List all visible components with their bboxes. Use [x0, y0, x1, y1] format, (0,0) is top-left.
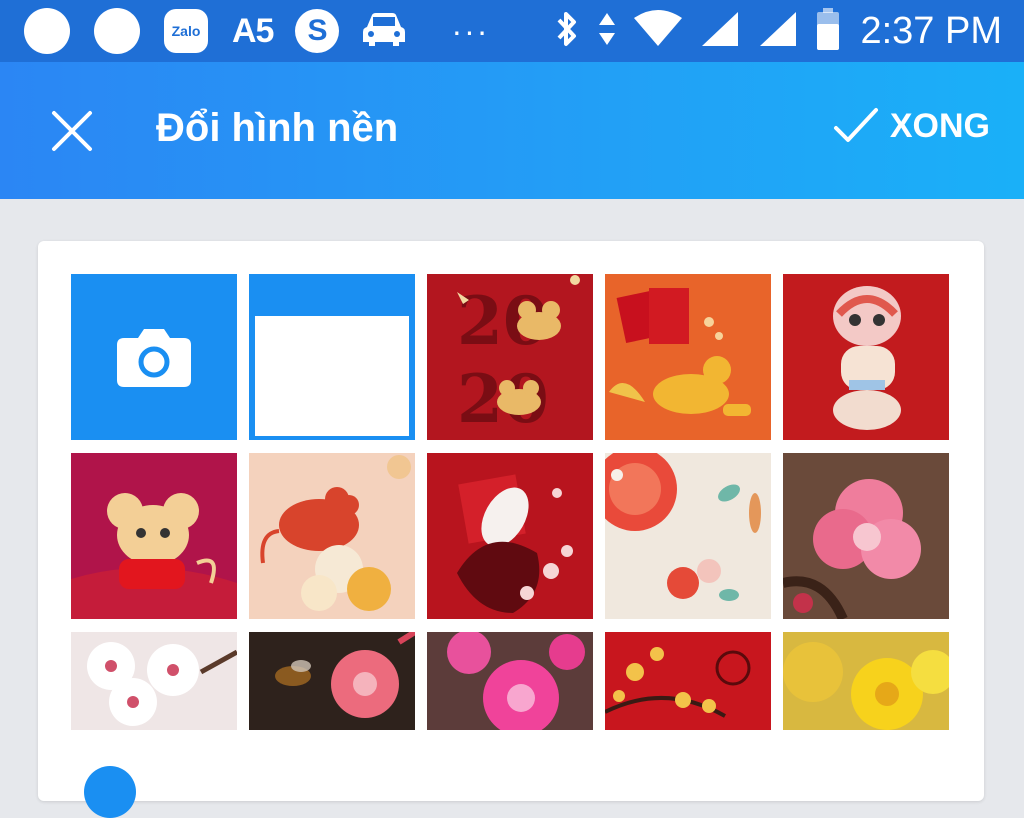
app-bar: Đổi hình nền XONG: [0, 62, 1024, 199]
camera-icon: [117, 329, 191, 387]
wallpaper-tile-red-rat-peonies[interactable]: [249, 453, 415, 619]
page-title: Đổi hình nền: [156, 106, 399, 150]
car-icon: [361, 9, 407, 54]
wifi-icon: [634, 9, 683, 53]
wallpaper-tile-2020-mice[interactable]: 20 20: [427, 274, 593, 440]
circle-icon: [94, 8, 140, 54]
done-button[interactable]: XONG: [832, 106, 990, 146]
close-icon: [52, 111, 92, 151]
wallpaper-tile-plain-white[interactable]: [249, 274, 415, 440]
wallpaper-tile-white-rat-floral[interactable]: [427, 453, 593, 619]
option-icon[interactable]: [84, 766, 136, 818]
status-bar: Zalo A5 S ··· 2:37 PM: [0, 0, 1024, 62]
signal-icon: [758, 10, 798, 53]
zalo-icon: Zalo: [164, 9, 208, 53]
wallpaper-tile-pink-peach-flowers[interactable]: [427, 632, 593, 730]
s-app-icon: S: [295, 9, 340, 53]
wallpaper-tile-paper-flowers[interactable]: [605, 453, 771, 619]
bluetooth-icon: [554, 9, 580, 54]
wallpaper-card: 20 20: [38, 241, 984, 801]
wallpaper-tile-yellow-apricot-flowers[interactable]: [783, 632, 949, 730]
close-button[interactable]: [46, 105, 98, 157]
signal-icon: [700, 10, 740, 53]
wallpaper-tile-lion-dance-rat[interactable]: [783, 274, 949, 440]
clock: 2:37 PM: [860, 9, 1002, 52]
blank-preview: [255, 316, 409, 436]
circle-icon: [24, 8, 70, 54]
done-label: XONG: [889, 106, 990, 145]
battery-icon: [816, 7, 840, 55]
more-dots-icon: ···: [451, 12, 490, 49]
system-icons: 2:37 PM: [536, 7, 1002, 55]
wallpaper-tile-cute-mouse[interactable]: [71, 453, 237, 619]
wallpaper-tile-apricot-blossoms-red[interactable]: [605, 632, 771, 730]
wallpaper-tile-golden-rat[interactable]: [605, 274, 771, 440]
wallpaper-tile-pink-peach-blossom[interactable]: [783, 453, 949, 619]
wallpaper-tile-bee-pink-blossom[interactable]: [249, 632, 415, 730]
camera-tile[interactable]: [71, 274, 237, 440]
wallpaper-tile-white-cherry-blossoms[interactable]: [71, 632, 237, 730]
data-arrows-icon: [598, 9, 616, 54]
checkmark-icon: [833, 108, 878, 142]
a5-icon: A5: [232, 11, 274, 50]
notification-icons: Zalo A5 S ···: [24, 8, 489, 54]
